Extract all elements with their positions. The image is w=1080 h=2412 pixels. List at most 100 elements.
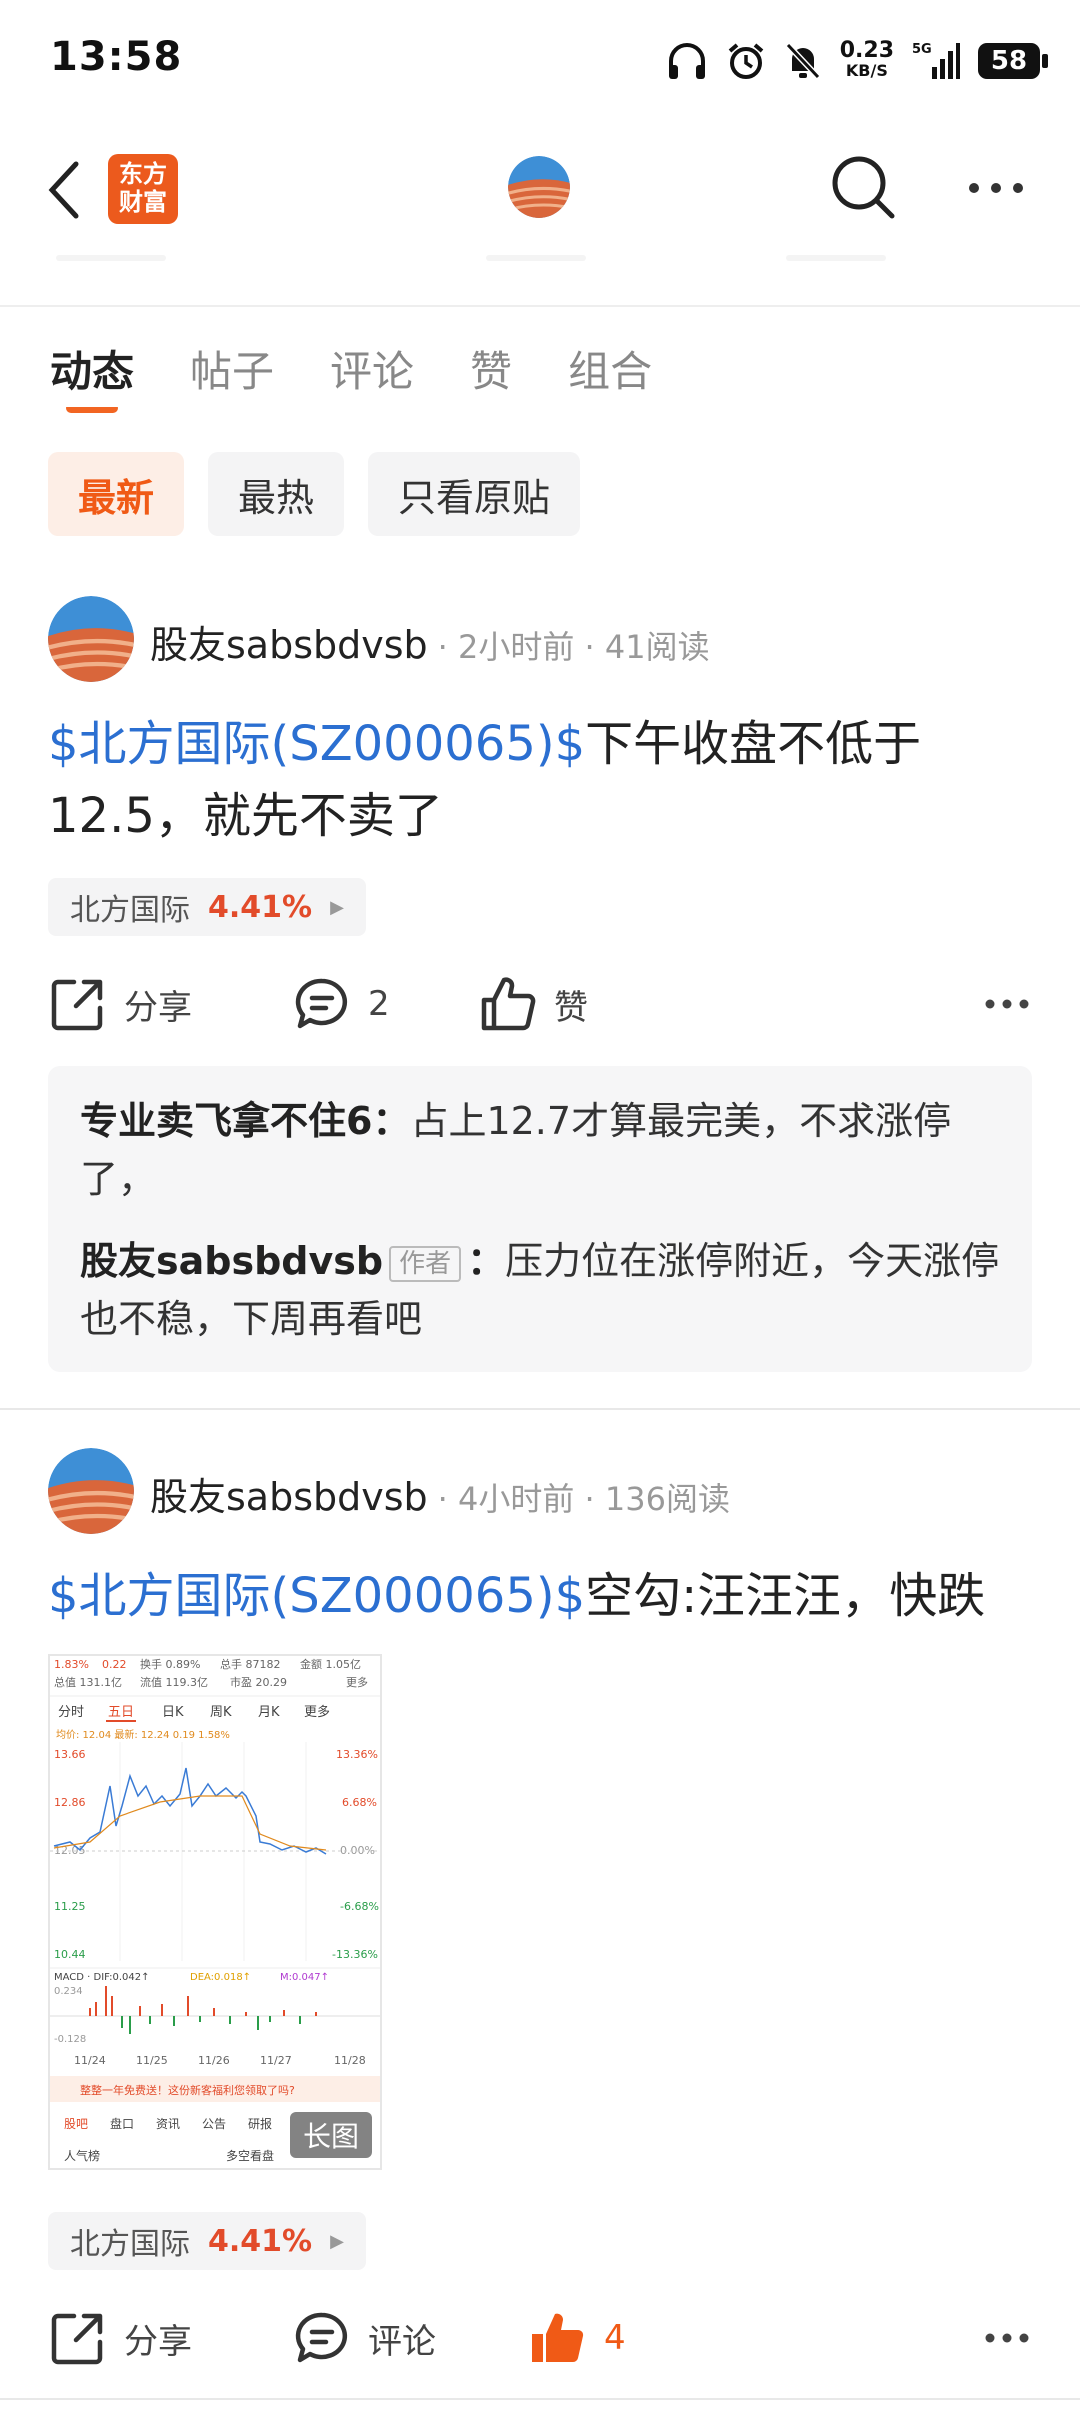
post-body[interactable]: $北方国际(SZ000065)$空勾:汪汪汪，快跌 bbox=[48, 1560, 1008, 1632]
svg-text:11/26: 11/26 bbox=[198, 2054, 230, 2067]
signal-icon: 5G bbox=[912, 42, 960, 79]
tab-likes[interactable]: 赞 bbox=[470, 338, 512, 399]
stock-change: 4.41% bbox=[208, 889, 313, 925]
svg-text:6.68%: 6.68% bbox=[342, 1796, 377, 1809]
header-shadow-right bbox=[786, 255, 886, 261]
svg-text:五日: 五日 bbox=[108, 1705, 134, 1720]
comment-icon bbox=[295, 2312, 348, 2363]
svg-text:月K: 月K bbox=[258, 1705, 280, 1720]
svg-text:总值 131.1亿: 总值 131.1亿 bbox=[54, 1675, 122, 1689]
filter-hottest[interactable]: 最热 bbox=[208, 452, 345, 536]
author-avatar[interactable] bbox=[48, 1448, 134, 1534]
svg-text:多空看盘: 多空看盘 bbox=[226, 2148, 274, 2163]
stock-link[interactable]: $北方国际(SZ000065)$ bbox=[48, 716, 585, 772]
post-more-icon[interactable] bbox=[984, 2332, 1030, 2344]
svg-text:13.66: 13.66 bbox=[54, 1748, 86, 1761]
post-header: 股友sabsbdvsb · 4小时前 · 136阅读 bbox=[150, 1466, 730, 1521]
network-speed: 0.23 KB/S bbox=[839, 38, 894, 81]
status-icons: 0.23 KB/S 5G 58 bbox=[666, 36, 1048, 86]
post-divider bbox=[0, 2398, 1080, 2400]
svg-text:资讯: 资讯 bbox=[156, 2117, 180, 2131]
svg-text:11/27: 11/27 bbox=[260, 2054, 292, 2067]
app-logo[interactable]: 东方财富 bbox=[108, 154, 178, 224]
svg-text:M:0.047↑: M:0.047↑ bbox=[280, 1972, 329, 1983]
stock-tag[interactable]: 北方国际 4.41% ▶ bbox=[48, 2212, 366, 2270]
comment-item: 股友sabsbdvsb 作者 ：压力位在涨停附近，今天涨停也不稳，下周再看吧 bbox=[80, 1239, 1000, 1341]
share-button[interactable]: 分享 bbox=[50, 976, 294, 1032]
post-more-icon[interactable] bbox=[984, 998, 1030, 1010]
author-avatar[interactable] bbox=[48, 596, 134, 682]
svg-text:-13.36%: -13.36% bbox=[332, 1948, 378, 1961]
comment-item: 专业卖飞拿不住6：占上12.7才算最完美，不求涨停了， bbox=[80, 1099, 952, 1201]
long-image-badge: 长图 bbox=[290, 2112, 372, 2158]
tab-posts[interactable]: 帖子 bbox=[190, 338, 274, 399]
stock-name: 北方国际 bbox=[70, 2227, 190, 2262]
svg-text:分时: 分时 bbox=[58, 1705, 84, 1720]
svg-text:市盈 20.29: 市盈 20.29 bbox=[230, 1675, 287, 1689]
tab-comments[interactable]: 评论 bbox=[330, 338, 414, 399]
share-icon bbox=[51, 979, 103, 1031]
svg-text:13.36%: 13.36% bbox=[336, 1748, 378, 1761]
mute-icon bbox=[785, 42, 820, 80]
post-actions: 分享 评论 4 bbox=[50, 2310, 1030, 2366]
svg-text:总手 87182: 总手 87182 bbox=[220, 1657, 281, 1671]
svg-text:盘口: 盘口 bbox=[110, 2116, 134, 2131]
tab-indicator bbox=[66, 403, 118, 413]
status-time: 13:58 bbox=[50, 34, 183, 80]
filter-latest[interactable]: 最新 bbox=[48, 452, 185, 536]
stock-link[interactable]: $北方国际(SZ000065)$ bbox=[48, 1568, 585, 1624]
share-button[interactable]: 分享 bbox=[50, 2310, 294, 2366]
play-icon: ▶ bbox=[330, 896, 344, 918]
svg-text:更多: 更多 bbox=[304, 1704, 330, 1720]
svg-text:1.83%: 1.83% bbox=[54, 1658, 89, 1671]
svg-text:换手 0.89%: 换手 0.89% bbox=[140, 1657, 200, 1671]
comment-preview[interactable]: 专业卖飞拿不住6：占上12.7才算最完美，不求涨停了， 股友sabsbdvsb 作… bbox=[48, 1066, 1032, 1372]
comment-icon bbox=[295, 978, 348, 1029]
post-header: 股友sabsbdvsb · 2小时前 · 41阅读 bbox=[150, 614, 710, 669]
stock-chart-thumbnail: 1.83% 0.22 换手 0.89% 总手 87182 金额 1.05亿 总值… bbox=[50, 1657, 380, 2163]
comment-button[interactable]: 评论 bbox=[294, 2310, 530, 2366]
filter-original-only[interactable]: 只看原贴 bbox=[368, 452, 581, 536]
post-image[interactable]: 1.83% 0.22 换手 0.89% 总手 87182 金额 1.05亿 总值… bbox=[48, 1654, 382, 2170]
profile-tabs: 动态 帖子 评论 赞 组合 bbox=[50, 338, 652, 399]
svg-text:流值 119.3亿: 流值 119.3亿 bbox=[140, 1675, 208, 1689]
svg-text:DEA:0.018↑: DEA:0.018↑ bbox=[190, 1972, 251, 1983]
svg-text:0.234: 0.234 bbox=[54, 1986, 83, 1997]
post-body[interactable]: $北方国际(SZ000065)$下午收盘不低于12.5，就先不卖了 bbox=[48, 708, 1008, 852]
author-name[interactable]: 股友sabsbdvsb bbox=[150, 614, 428, 669]
headphones-icon bbox=[668, 43, 705, 79]
back-icon[interactable] bbox=[44, 160, 84, 220]
stock-tag[interactable]: 北方国际 4.41% ▶ bbox=[48, 878, 366, 936]
author-name[interactable]: 股友sabsbdvsb bbox=[150, 1466, 428, 1521]
svg-text:金额 1.05亿: 金额 1.05亿 bbox=[300, 1657, 361, 1671]
post-text: 空勾:汪汪汪，快跌 bbox=[585, 1568, 986, 1624]
svg-text:10.44: 10.44 bbox=[54, 1948, 86, 1961]
tab-portfolio[interactable]: 组合 bbox=[568, 338, 652, 399]
more-icon[interactable] bbox=[966, 180, 1026, 196]
search-icon[interactable] bbox=[830, 154, 896, 224]
filter-chips: 最新 最热 只看原贴 bbox=[48, 452, 581, 536]
battery-icon: 58 bbox=[978, 43, 1048, 79]
svg-text:12.86: 12.86 bbox=[54, 1796, 86, 1809]
nav-divider bbox=[0, 305, 1080, 307]
svg-text:人气榜: 人气榜 bbox=[64, 2148, 100, 2163]
like-button[interactable]: 4 bbox=[530, 2310, 626, 2366]
thumbs-up-filled-icon bbox=[532, 2313, 584, 2363]
svg-text:公告: 公告 bbox=[202, 2117, 226, 2131]
stock-change: 4.41% bbox=[208, 2223, 313, 2259]
svg-text:11/28: 11/28 bbox=[334, 2054, 366, 2067]
svg-text:11/25: 11/25 bbox=[136, 2054, 168, 2067]
like-button[interactable]: 赞 bbox=[480, 976, 588, 1032]
share-icon bbox=[51, 2313, 103, 2365]
svg-text:日K: 日K bbox=[162, 1705, 184, 1720]
alarm-icon bbox=[728, 43, 764, 79]
user-avatar[interactable] bbox=[508, 156, 570, 218]
post-meta: · 4小时前 · 136阅读 bbox=[437, 1480, 730, 1518]
comment-button[interactable]: 2 bbox=[294, 976, 480, 1032]
svg-text:MACD · DIF:0.042↑: MACD · DIF:0.042↑ bbox=[54, 1972, 150, 1983]
svg-text:-6.68%: -6.68% bbox=[340, 1900, 379, 1913]
play-icon: ▶ bbox=[330, 2230, 344, 2252]
tab-dynamic[interactable]: 动态 bbox=[50, 338, 134, 399]
post-actions: 分享 2 赞 bbox=[50, 976, 1030, 1032]
svg-text:周K: 周K bbox=[210, 1705, 232, 1720]
